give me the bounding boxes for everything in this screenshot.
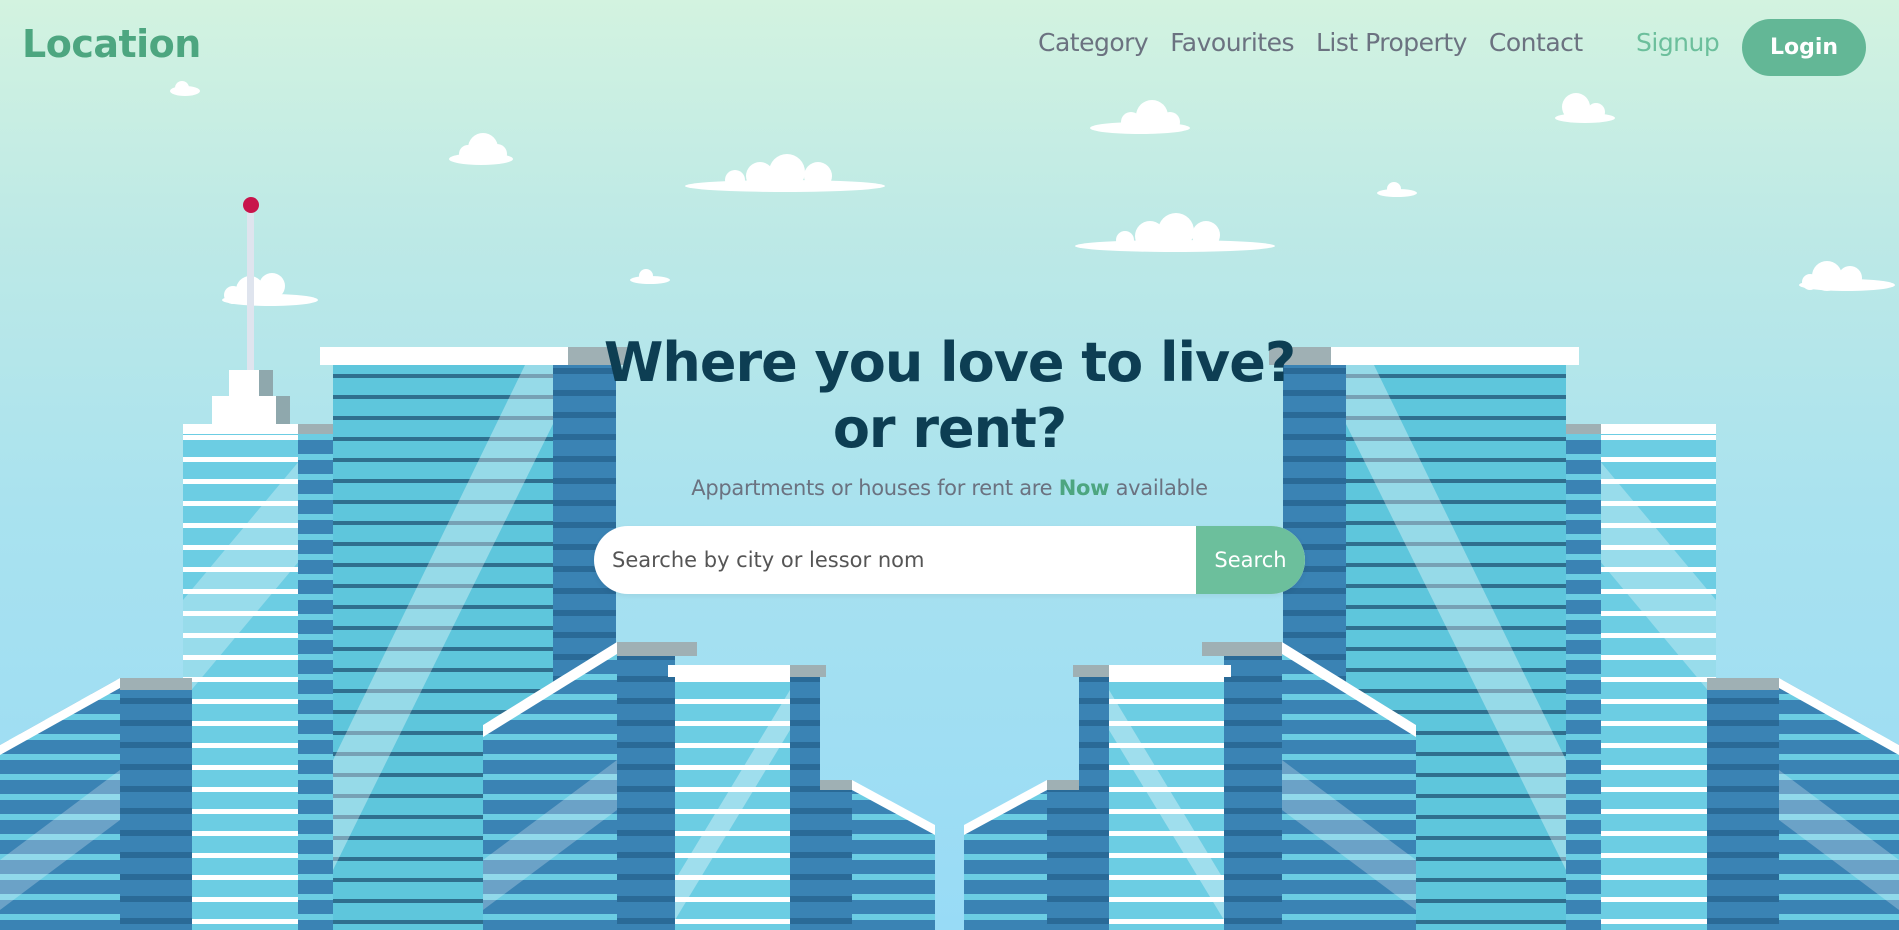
cloud — [630, 269, 670, 284]
subtitle-text-before: Appartments or houses for rent are — [691, 476, 1053, 500]
subtitle-highlight: Now — [1058, 476, 1110, 500]
main-menu: Category Favourites List Property Contac… — [1038, 28, 1605, 57]
hero-subtitle: Appartments or houses for rent are Now a… — [0, 476, 1899, 500]
signup-link[interactable]: Signup — [1636, 28, 1720, 57]
login-button[interactable]: Login — [1742, 19, 1866, 76]
nav-link-list-property[interactable]: List Property — [1316, 28, 1467, 57]
search-button[interactable]: Search — [1196, 526, 1305, 594]
cloud — [222, 273, 318, 306]
hero-section: Where you love to live? or rent? Appartm… — [0, 330, 1899, 500]
hero-title: Where you love to live? or rent? — [0, 330, 1899, 462]
building-right-front — [1707, 678, 1899, 930]
building-left-front — [0, 678, 192, 930]
search-input[interactable] — [594, 526, 1192, 594]
building-right-small — [1073, 665, 1231, 930]
building-left-corner — [820, 780, 935, 930]
cloud — [685, 154, 885, 192]
subtitle-text-after: available — [1115, 476, 1208, 500]
nav-link-contact[interactable]: Contact — [1489, 28, 1583, 57]
building-left-small — [668, 665, 826, 930]
cloud — [1377, 182, 1417, 197]
clouds — [170, 81, 1895, 306]
cloud — [1555, 93, 1615, 123]
cloud — [449, 133, 513, 165]
nav-link-category[interactable]: Category — [1038, 28, 1149, 57]
top-navbar: Location Category Favourites List Proper… — [0, 0, 1899, 96]
hero-title-line1: Where you love to live? — [603, 331, 1296, 394]
search-bar: Search — [594, 526, 1305, 594]
cloud — [1799, 261, 1895, 291]
hero-title-line2: or rent? — [832, 397, 1067, 460]
building-right-corner — [964, 780, 1079, 930]
cloud — [1090, 100, 1190, 134]
site-logo[interactable]: Location — [22, 22, 201, 66]
nav-link-favourites[interactable]: Favourites — [1170, 28, 1294, 57]
cloud — [1075, 213, 1275, 252]
